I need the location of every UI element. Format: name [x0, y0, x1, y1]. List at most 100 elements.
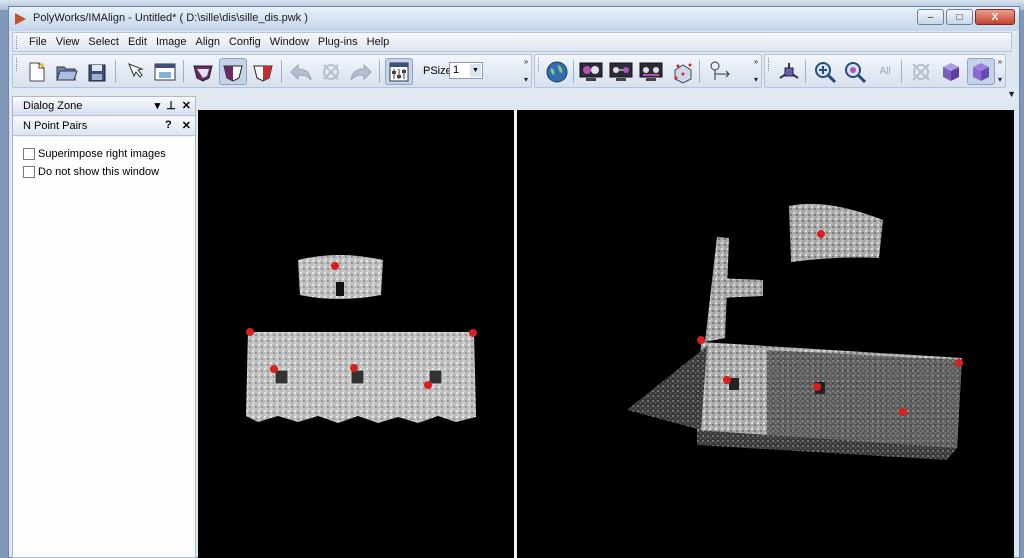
- toolbar-overflow-button[interactable]: » ▾: [522, 57, 530, 85]
- close-button[interactable]: X: [975, 9, 1015, 25]
- n-point-pairs-controls: ? ✕: [165, 119, 191, 132]
- point-pair-marker[interactable]: [331, 262, 339, 270]
- n-point-pairs-title: N Point Pairs: [23, 120, 88, 132]
- toolbar-separator: [573, 60, 574, 83]
- zoom-in-icon[interactable]: [811, 58, 839, 85]
- point-pair-marker[interactable]: [350, 364, 358, 372]
- left-3d-viewport[interactable]: [198, 110, 514, 558]
- menu-plugins[interactable]: Plug-ins: [318, 36, 358, 48]
- n-point-pairs-header: N Point Pairs ? ✕: [13, 117, 195, 136]
- toolbar-grip[interactable]: [16, 58, 20, 71]
- open-project-icon[interactable]: [53, 58, 81, 85]
- points-cloud-icon[interactable]: [669, 58, 697, 85]
- toolbar-grip[interactable]: [538, 58, 542, 71]
- menu-config[interactable]: Config: [229, 36, 261, 48]
- close-icon[interactable]: ✕: [182, 99, 191, 112]
- shape-mode-2-icon[interactable]: [219, 58, 247, 85]
- zoom-all-icon[interactable]: All: [871, 58, 899, 85]
- point-pair-marker[interactable]: [817, 230, 825, 238]
- superimpose-option[interactable]: Superimpose right images: [23, 148, 166, 160]
- polyworks-app-icon: [15, 13, 26, 25]
- main-toolbar: PSize 1 ▼ » ▾: [12, 54, 532, 88]
- point-pair-marker[interactable]: [955, 359, 963, 367]
- flat-cube-icon[interactable]: [967, 58, 995, 85]
- menu-image[interactable]: Image: [156, 36, 187, 48]
- chevron-down-icon[interactable]: ▼: [1007, 89, 1016, 99]
- display-3-icon[interactable]: [637, 58, 665, 85]
- dropdown-icon[interactable]: ▾: [155, 99, 161, 112]
- do-not-show-label: Do not show this window: [38, 166, 160, 178]
- point-pair-marker[interactable]: [813, 383, 821, 391]
- point-pair-marker[interactable]: [424, 381, 432, 389]
- transform-axes-icon[interactable]: [705, 58, 733, 85]
- new-project-icon[interactable]: [23, 58, 51, 85]
- minimize-button[interactable]: –: [917, 9, 944, 25]
- dialog-zone: Dialog Zone ▾ ⊥ ✕ N Point Pairs ? ✕ Supe…: [12, 96, 196, 558]
- close-icon[interactable]: ✕: [182, 119, 191, 132]
- menu-view[interactable]: View: [56, 36, 80, 48]
- redo-icon[interactable]: [347, 58, 375, 85]
- title-bar[interactable]: PolyWorks/IMAlign - Untitled* ( D:\sille…: [9, 7, 1019, 31]
- scan-window: [274, 369, 289, 385]
- toolbar-overflow-button[interactable]: » ▾: [752, 57, 760, 85]
- shaded-cube-icon[interactable]: [937, 58, 965, 85]
- parameters-icon[interactable]: [385, 58, 413, 85]
- maximize-button[interactable]: □: [946, 9, 973, 25]
- menubar-grip[interactable]: [16, 36, 20, 49]
- point-pair-marker[interactable]: [469, 329, 477, 337]
- superimpose-label: Superimpose right images: [38, 148, 166, 160]
- menu-edit[interactable]: Edit: [128, 36, 147, 48]
- zoom-select-icon[interactable]: [841, 58, 869, 85]
- reset-icon[interactable]: [317, 58, 345, 85]
- undo-icon[interactable]: [287, 58, 315, 85]
- help-icon[interactable]: ?: [165, 119, 172, 132]
- dialog-zone-title: Dialog Zone: [23, 100, 83, 112]
- psize-select[interactable]: 1 ▼: [449, 62, 483, 79]
- toolbar-separator: [699, 60, 700, 83]
- n-point-pairs-body: Superimpose right images Do not show thi…: [13, 137, 195, 557]
- view-axes-icon[interactable]: [775, 58, 803, 85]
- toolbar-separator: [281, 60, 282, 83]
- hidden-lines-icon[interactable]: [907, 58, 935, 85]
- shape-mode-3-icon[interactable]: [249, 58, 277, 85]
- window-title: PolyWorks/IMAlign - Untitled* ( D:\sille…: [33, 12, 308, 24]
- pick-icon[interactable]: [121, 58, 149, 85]
- toolbar-grip[interactable]: [768, 58, 772, 71]
- display-2-icon[interactable]: [607, 58, 635, 85]
- superimpose-checkbox[interactable]: [23, 148, 35, 160]
- point-pair-marker[interactable]: [246, 328, 254, 336]
- menu-window[interactable]: Window: [270, 36, 309, 48]
- dialog-zone-controls: ▾ ⊥ ✕: [155, 99, 191, 112]
- scan-arm: [715, 278, 763, 298]
- toolbar-separator: [183, 60, 184, 83]
- menu-bar: File View Select Edit Image Align Config…: [12, 32, 1012, 52]
- scan-ground-left: [627, 346, 707, 430]
- point-pair-marker[interactable]: [899, 408, 907, 416]
- display-toolbar: » ▾: [534, 54, 762, 88]
- scan-window: [350, 369, 365, 385]
- pin-icon[interactable]: ⊥: [166, 99, 176, 112]
- chevron-down-icon[interactable]: ▼: [470, 64, 481, 77]
- display-1-icon[interactable]: [577, 58, 605, 85]
- menu-help[interactable]: Help: [367, 36, 390, 48]
- point-pair-marker[interactable]: [697, 336, 705, 344]
- point-pair-marker[interactable]: [723, 376, 731, 384]
- point-pair-marker[interactable]: [270, 365, 278, 373]
- world-icon[interactable]: [543, 58, 571, 85]
- menu-align[interactable]: Align: [196, 36, 220, 48]
- toolbar-separator: [901, 60, 902, 83]
- menu-items: File View Select Edit Image Align Config…: [29, 36, 398, 48]
- scan-window: [428, 369, 443, 385]
- menu-file[interactable]: File: [29, 36, 47, 48]
- do-not-show-checkbox[interactable]: [23, 166, 35, 178]
- save-project-icon[interactable]: [83, 58, 111, 85]
- shape-mode-1-icon[interactable]: [189, 58, 217, 85]
- toolbar-overflow-button[interactable]: » ▾: [996, 57, 1004, 85]
- toolbar-separator: [379, 60, 380, 83]
- menu-select[interactable]: Select: [88, 36, 119, 48]
- do-not-show-option[interactable]: Do not show this window: [23, 166, 159, 178]
- right-3d-viewport[interactable]: [517, 110, 1014, 558]
- view-toolbar: All » ▾: [764, 54, 1006, 88]
- image-window-icon[interactable]: [151, 58, 179, 85]
- toolbar-separator: [805, 60, 806, 83]
